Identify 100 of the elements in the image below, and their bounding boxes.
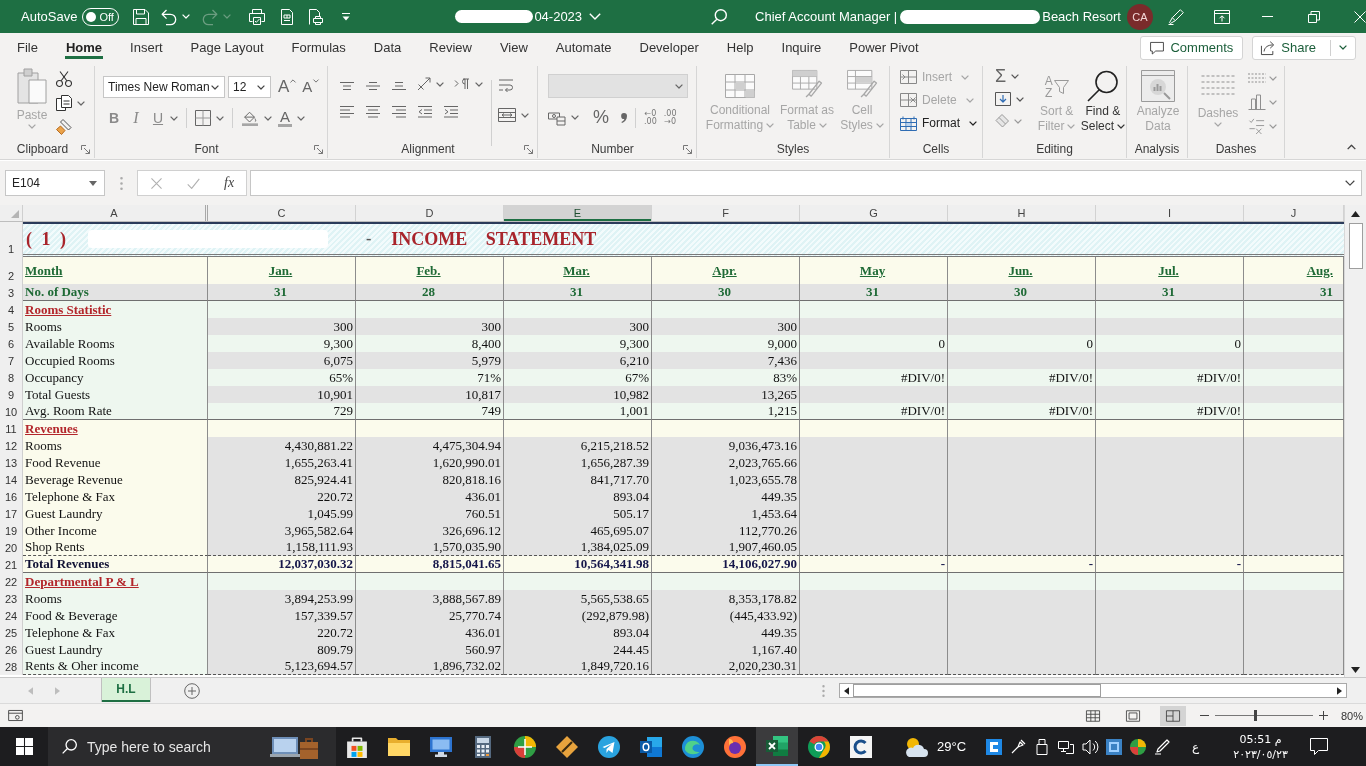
- ribbon-tab[interactable]: Power Pivot: [835, 34, 933, 61]
- caret-icon[interactable]: [1339, 45, 1347, 50]
- zoom-level[interactable]: 80%: [1341, 709, 1364, 722]
- paintbrush-icon[interactable]: [56, 119, 72, 135]
- autosum-button[interactable]: Σ: [995, 68, 1007, 84]
- caret-icon[interactable]: [1011, 73, 1020, 79]
- scroll-thumb[interactable]: [853, 684, 1101, 697]
- minimize-icon[interactable]: [1262, 16, 1274, 17]
- add-sheet-icon[interactable]: [184, 682, 200, 699]
- pen-icon[interactable]: [1154, 738, 1171, 755]
- launcher-icon[interactable]: [683, 144, 692, 154]
- launcher-icon[interactable]: [524, 144, 533, 154]
- checklist-icon[interactable]: [1248, 118, 1266, 134]
- comments-button[interactable]: Comments: [1140, 35, 1244, 60]
- caret-icon[interactable]: [297, 115, 305, 121]
- wrap-text-icon[interactable]: [498, 78, 514, 94]
- drag-handle-icon[interactable]: [822, 684, 825, 697]
- ribbon-tab[interactable]: Developer: [625, 34, 713, 61]
- caret-icon[interactable]: [170, 115, 178, 121]
- align-top-icon[interactable]: [339, 82, 355, 90]
- usb-drive-icon[interactable]: [1034, 738, 1051, 755]
- app-tile-icon[interactable]: [986, 738, 1003, 755]
- decimal-button[interactable]: ←0 .00: [644, 109, 657, 126]
- ribbon-tab[interactable]: Page Layout: [176, 34, 278, 61]
- tool-icon[interactable]: [1010, 738, 1027, 755]
- weather-temperature[interactable]: 29°C: [937, 739, 967, 754]
- caret-icon[interactable]: [216, 115, 224, 121]
- status-box-icon[interactable]: [8, 710, 23, 721]
- column-header[interactable]: H: [948, 205, 1096, 221]
- caret-icon[interactable]: [521, 112, 529, 118]
- ribbon-tab[interactable]: Automate: [541, 34, 626, 61]
- ribbon-tab[interactable]: File: [3, 34, 52, 61]
- name-box[interactable]: E104: [5, 170, 105, 196]
- find-select-button[interactable]: Find & Select: [1079, 68, 1126, 140]
- grow-font-button[interactable]: A: [278, 77, 297, 97]
- taskbar-app-button[interactable]: [756, 727, 798, 766]
- money-icon[interactable]: [548, 109, 566, 126]
- chevron-down-icon[interactable]: [589, 13, 602, 20]
- launcher-icon[interactable]: [81, 144, 90, 154]
- speaker-icon[interactable]: [1082, 738, 1099, 755]
- align-left-icon[interactable]: [339, 106, 355, 118]
- search-input[interactable]: Type here to search: [87, 738, 237, 755]
- restore-icon[interactable]: [1308, 10, 1320, 23]
- borders-icon[interactable]: [195, 110, 211, 126]
- increase-indent-icon[interactable]: [443, 106, 459, 118]
- ribbon-tab[interactable]: Review: [415, 34, 486, 61]
- merge-cells-icon[interactable]: [498, 108, 516, 122]
- caret-icon[interactable]: [436, 81, 444, 87]
- percent-button[interactable]: %: [593, 107, 609, 128]
- font-color-button[interactable]: A: [278, 109, 292, 127]
- check-icon[interactable]: [187, 177, 200, 189]
- expand-icon[interactable]: [1345, 180, 1355, 186]
- search-icon[interactable]: [711, 8, 728, 25]
- ribbon-tab[interactable]: Data: [359, 34, 416, 61]
- font-size-dropdown[interactable]: 12: [228, 76, 271, 98]
- scroll-left-icon[interactable]: [844, 686, 849, 695]
- ribbon-tab[interactable]: Insert: [116, 34, 177, 61]
- square-app-icon[interactable]: [1106, 738, 1123, 755]
- drag-handle-icon[interactable]: [120, 176, 123, 190]
- insert-function-button[interactable]: fx: [224, 175, 235, 191]
- collapse-ribbon-icon[interactable]: [1347, 144, 1356, 150]
- paragraph-direction-icon[interactable]: [454, 76, 470, 92]
- page-printer-icon[interactable]: [307, 8, 324, 25]
- ribbon-tab[interactable]: Formulas: [277, 34, 360, 61]
- column-header[interactable]: E: [504, 205, 652, 221]
- copy-icon[interactable]: [56, 95, 72, 111]
- paint-bucket-icon[interactable]: [241, 110, 259, 126]
- caret-icon[interactable]: [1016, 96, 1024, 102]
- undo-icon[interactable]: [161, 8, 178, 25]
- cloud-sun-icon[interactable]: [904, 736, 929, 757]
- column-header[interactable]: I: [1096, 205, 1244, 221]
- align-bottom-icon[interactable]: [391, 82, 407, 90]
- column-header[interactable]: C: [208, 205, 356, 221]
- fill-down-icon[interactable]: [995, 91, 1011, 107]
- scissors-icon[interactable]: [56, 71, 72, 87]
- globe-icon[interactable]: [1130, 738, 1147, 755]
- page-grid-icon[interactable]: [279, 8, 296, 25]
- zoom-in-icon[interactable]: [1319, 711, 1328, 720]
- zoom-thumb[interactable]: [1254, 710, 1258, 721]
- ribbon-tab[interactable]: Help: [712, 34, 768, 61]
- scroll-right-icon[interactable]: [1337, 686, 1342, 695]
- scroll-thumb[interactable]: [1348, 223, 1363, 269]
- diagonal-arrow-icon[interactable]: [417, 77, 431, 91]
- align-middle-icon[interactable]: [365, 82, 381, 90]
- comma-icon[interactable]: [621, 112, 627, 123]
- caret-icon[interactable]: [264, 115, 272, 121]
- column-header[interactable]: G: [800, 205, 948, 221]
- clock-time[interactable]: 05:51 م: [1239, 731, 1282, 747]
- scroll-up-icon[interactable]: [1351, 211, 1360, 217]
- page-break-icon[interactable]: [1160, 705, 1186, 726]
- cells-button[interactable]: Format: [900, 113, 982, 133]
- file-name[interactable]: 04-2023: [534, 9, 583, 24]
- monitors-icon[interactable]: [1058, 738, 1075, 755]
- shrink-font-button[interactable]: A: [302, 77, 320, 97]
- scroll-down-icon[interactable]: [1351, 667, 1360, 673]
- caret-icon[interactable]: [77, 100, 85, 106]
- formula-field[interactable]: [250, 170, 1362, 196]
- font-name-dropdown[interactable]: Times New Roman: [103, 76, 225, 98]
- decimal-button[interactable]: .00 →0: [663, 109, 677, 126]
- save-icon[interactable]: [133, 8, 150, 25]
